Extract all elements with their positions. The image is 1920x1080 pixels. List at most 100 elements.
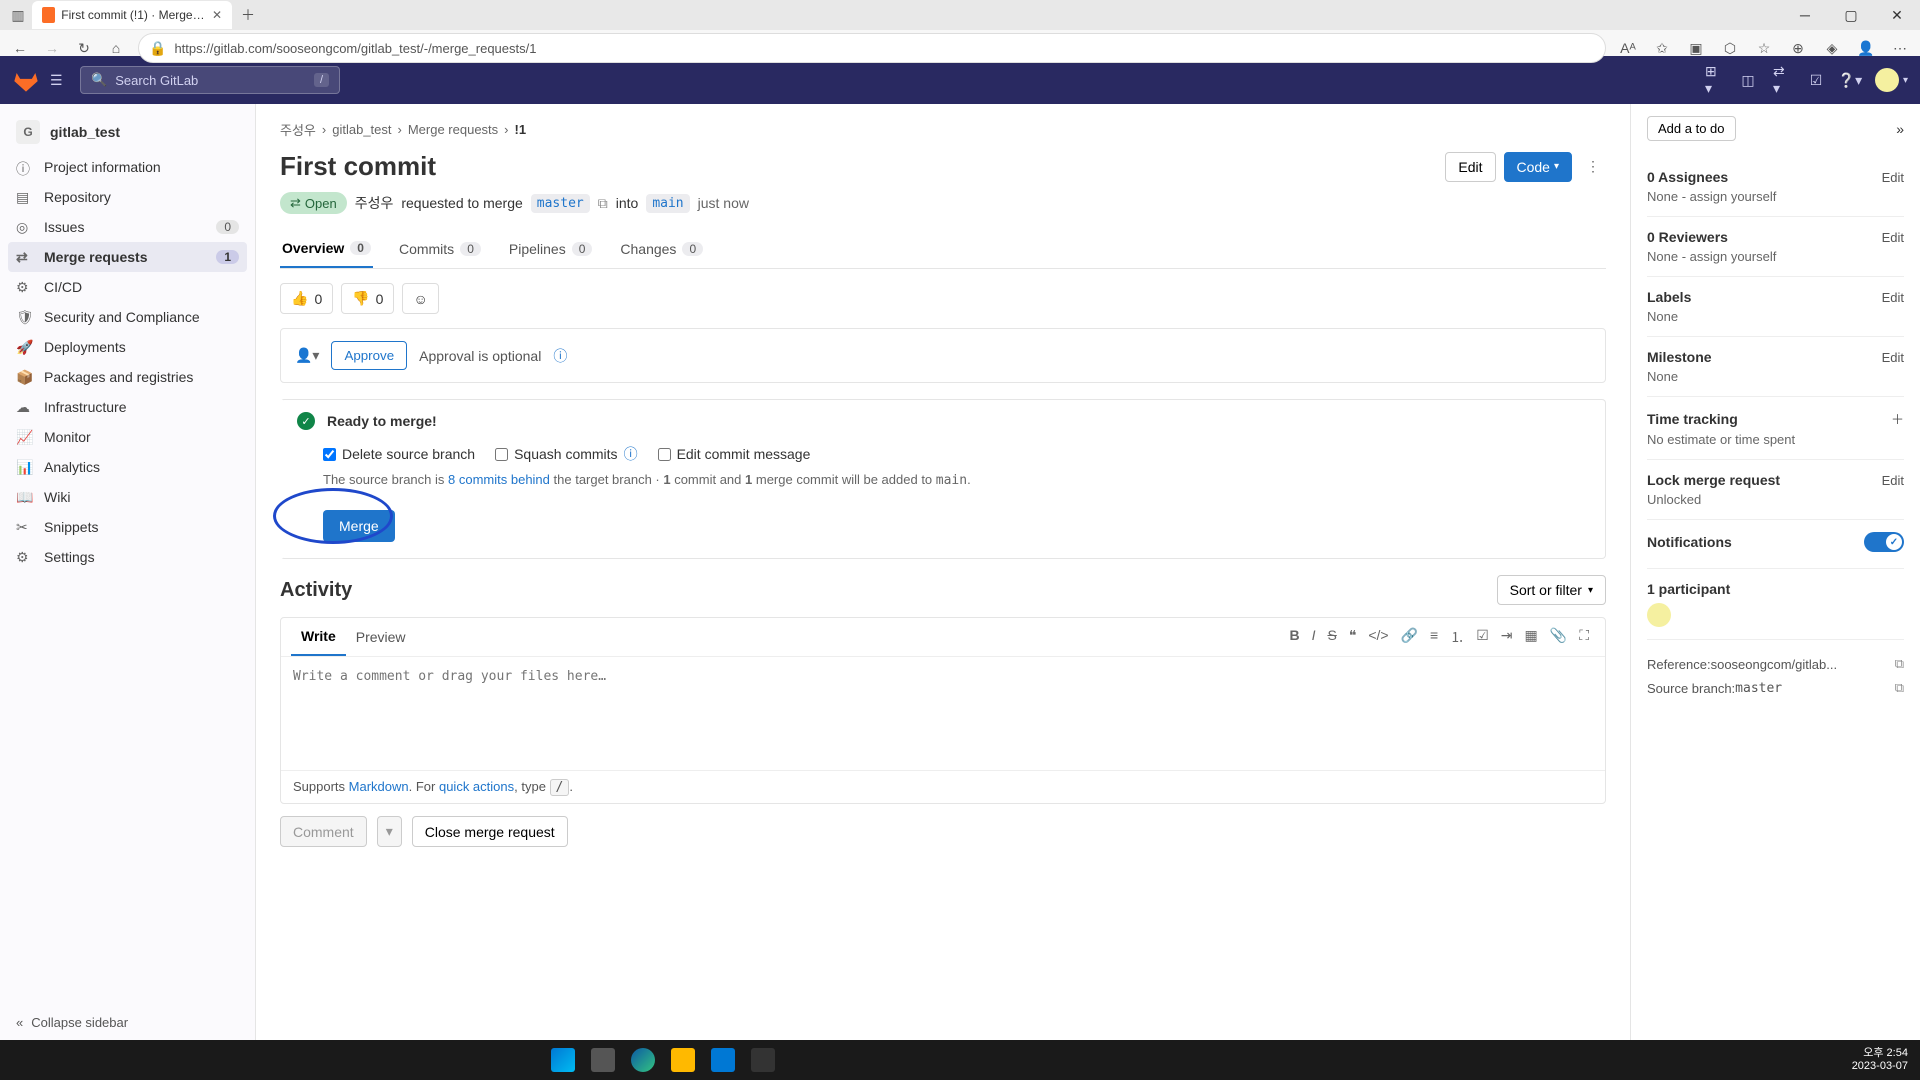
task-icon[interactable]: ☑ [1476,627,1489,647]
edit-labels[interactable]: Edit [1882,290,1904,305]
favorite-icon[interactable]: ✩ [1652,38,1672,58]
tab-commits[interactable]: Commits0 [397,230,483,268]
fullscreen-icon[interactable]: ⛶ [1579,627,1589,647]
comment-dropdown[interactable]: ▾ [377,816,402,847]
vscode-icon[interactable] [711,1048,735,1072]
edit-commit-checkbox[interactable]: Edit commit message [658,446,811,462]
sidebar-item-snippets[interactable]: ✂Snippets [0,512,255,542]
sidebar-item-monitor[interactable]: 📈Monitor [0,422,255,452]
edit-assignees[interactable]: Edit [1882,170,1904,185]
issues-icon[interactable]: ◫ [1739,71,1757,89]
indent-icon[interactable]: ⇥ [1501,627,1513,647]
write-tab[interactable]: Write [291,618,346,656]
sidebar-item-analytics[interactable]: 📊Analytics [0,452,255,482]
close-tab-icon[interactable]: ✕ [212,8,222,22]
copy-branch-icon[interactable]: ⧉ [1895,680,1904,696]
plus-dropdown-icon[interactable]: ⊞ ▾ [1705,71,1723,89]
tab-pipelines[interactable]: Pipelines0 [507,230,595,268]
reviewers-body[interactable]: None - assign yourself [1647,249,1904,264]
extensions-icon[interactable]: ⬡ [1720,38,1740,58]
copy-branch-icon[interactable]: ⧉ [598,195,608,212]
tab-overview[interactable]: Overview0 [280,230,373,268]
assignees-body[interactable]: None - assign yourself [1647,189,1904,204]
approve-button[interactable]: Approve [331,341,407,370]
sidebar-item-security[interactable]: 🛡Security and Compliance [0,302,255,332]
close-window-button[interactable]: ✕ [1874,0,1920,30]
close-mr-button[interactable]: Close merge request [412,816,568,847]
edit-lock[interactable]: Edit [1882,473,1904,488]
ol-icon[interactable]: ⒈ [1450,627,1464,647]
tab-actions-icon[interactable]: ▥ [8,5,28,25]
refresh-button[interactable]: ↻ [74,38,94,58]
add-time-icon[interactable]: ＋ [1891,409,1904,428]
kebab-icon[interactable]: ⋮ [1580,158,1606,175]
expand-sidebar-icon[interactable]: » [1896,121,1904,137]
squash-checkbox[interactable]: Squash commits ⓘ [495,444,637,464]
merge-button[interactable]: Merge [323,510,395,542]
user-menu[interactable]: ▾ [1875,68,1908,92]
project-header[interactable]: G gitlab_test [0,112,255,152]
explorer-icon[interactable] [671,1048,695,1072]
sidebar-item-infrastructure[interactable]: ☁Infrastructure [0,392,255,422]
link-icon[interactable]: 🔗 [1401,627,1418,647]
crumb-project[interactable]: gitlab_test [332,122,391,137]
add-reaction-button[interactable]: ☺ [402,283,438,314]
sidebar-item-cicd[interactable]: ⚙CI/CD [0,272,255,302]
gitlab-logo-icon[interactable] [12,66,40,94]
help-icon[interactable]: ⓘ [553,346,567,366]
home-button[interactable]: ⌂ [106,38,126,58]
comment-textarea[interactable] [281,657,1605,767]
sidebar-item-packages[interactable]: 📦Packages and registries [0,362,255,392]
system-tray[interactable]: 오후 2:54 2023-03-07 [1852,1047,1908,1073]
author-name[interactable]: 주성우 [355,193,394,213]
thumbs-down-button[interactable]: 👎 0 [341,283,394,314]
approvers-icon[interactable]: 👤▾ [295,347,319,364]
more-icon[interactable]: ⋯ [1890,38,1910,58]
participant-avatar[interactable] [1647,603,1671,627]
collapse-sidebar-button[interactable]: « Collapse sidebar [16,1015,128,1030]
commits-behind-link[interactable]: 8 commits behind [448,472,550,487]
source-branch[interactable]: master [531,194,590,213]
notifications-toggle[interactable] [1864,532,1904,552]
forward-button[interactable]: → [42,38,62,58]
new-tab-button[interactable]: ＋ [236,3,260,27]
terminal-icon[interactable] [751,1048,775,1072]
delete-branch-checkbox[interactable]: Delete source branch [323,446,475,462]
bold-icon[interactable]: B [1289,627,1299,647]
crumb-mrs[interactable]: Merge requests [408,122,498,137]
collections-icon[interactable]: ▣ [1686,38,1706,58]
strike-icon[interactable]: S [1327,627,1336,647]
italic-icon[interactable]: I [1312,627,1316,647]
downloads-icon[interactable]: ⊕ [1788,38,1808,58]
sidebar-item-repository[interactable]: ▤Repository [0,182,255,212]
attach-icon[interactable]: 📎 [1550,627,1567,647]
copy-reference-icon[interactable]: ⧉ [1895,656,1904,672]
crumb-namespace[interactable]: 주성우 [280,120,316,139]
hamburger-icon[interactable]: ☰ [50,72,70,89]
sort-filter-button[interactable]: Sort or filter ▾ [1497,575,1606,605]
sidebar-item-project-info[interactable]: ⓘProject information [0,152,255,182]
text-size-icon[interactable]: Aᴬ [1618,38,1638,58]
profile-icon[interactable]: 👤 [1856,38,1876,58]
thumbs-up-button[interactable]: 👍 0 [280,283,333,314]
start-icon[interactable] [551,1048,575,1072]
preview-tab[interactable]: Preview [346,619,416,655]
code-icon[interactable]: </> [1368,627,1388,647]
sidebar-item-deployments[interactable]: 🚀Deployments [0,332,255,362]
help-icon[interactable]: ❔▾ [1841,71,1859,89]
merge-requests-icon[interactable]: ⇄ ▾ [1773,71,1791,89]
edit-reviewers[interactable]: Edit [1882,230,1904,245]
edit-button[interactable]: Edit [1445,152,1495,182]
quick-actions-link[interactable]: quick actions [439,779,514,794]
search-input[interactable]: 🔍 Search GitLab / [80,66,340,94]
sidebar-item-settings[interactable]: ⚙Settings [0,542,255,572]
edit-milestone[interactable]: Edit [1882,350,1904,365]
tab-changes[interactable]: Changes0 [618,230,705,268]
target-branch[interactable]: main [646,194,689,213]
task-view-icon[interactable] [591,1048,615,1072]
help-icon[interactable]: ⓘ [624,444,638,464]
address-bar[interactable]: 🔒 https://gitlab.com/sooseongcom/gitlab_… [138,33,1606,63]
markdown-link[interactable]: Markdown [349,779,409,794]
ul-icon[interactable]: ≡ [1430,627,1438,647]
performance-icon[interactable]: ◈ [1822,38,1842,58]
